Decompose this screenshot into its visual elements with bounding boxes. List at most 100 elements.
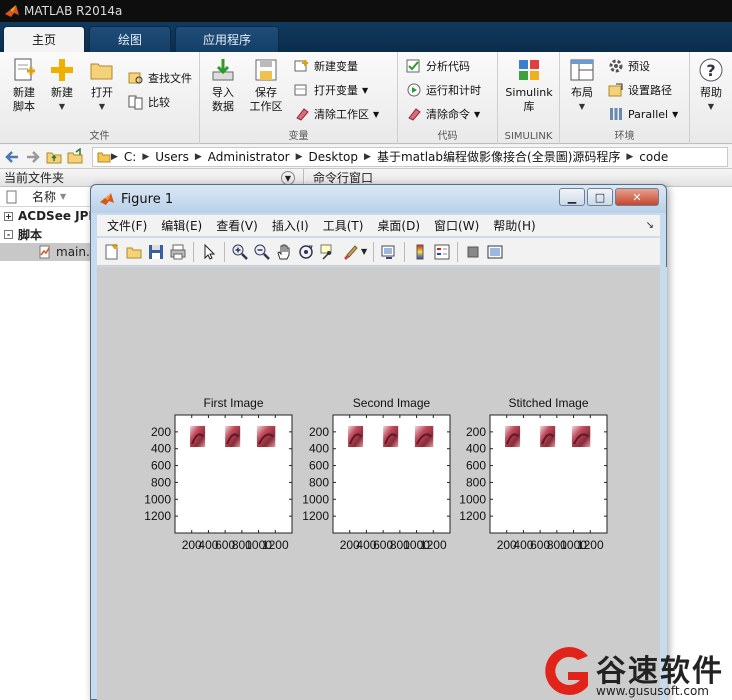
compare-button[interactable]: 比较: [128, 92, 170, 112]
breadcrumb-item[interactable]: Desktop: [309, 150, 359, 164]
open-variable-button[interactable]: 打开变量 ▼: [294, 80, 368, 100]
breadcrumb-item[interactable]: C:: [124, 150, 136, 164]
breadcrumb-item[interactable]: 基于matlab编程做影像接合(全景圖)源码程序: [377, 148, 620, 165]
figure-canvas[interactable]: First Image 200 400 600 800 1000 1200 200 400 600…: [97, 267, 660, 700]
toolbar-separator: [404, 241, 406, 262]
analyze-code-label: 分析代码: [426, 60, 470, 73]
layout-button[interactable]: 布局 ▼: [566, 56, 598, 114]
folder-icon: [97, 152, 111, 162]
parallel-button[interactable]: Parallel ▼: [608, 104, 678, 124]
save-workspace-button[interactable]: 保存 工作区: [244, 56, 288, 114]
tab-apps[interactable]: 应用程序: [175, 26, 279, 52]
breadcrumb[interactable]: ▶ C: ▶ Users ▶ Administrator ▶ Desktop ▶…: [92, 146, 728, 167]
forward-arrow-icon[interactable]: [24, 148, 42, 166]
breadcrumb-separator: ▶: [626, 151, 634, 162]
menu-file[interactable]: 文件(F): [107, 217, 147, 234]
clear-workspace-button[interactable]: 清除工作区 ▼: [294, 104, 379, 124]
group-label-file: 文件: [89, 131, 110, 142]
dock-arrow-icon[interactable]: ↘: [646, 220, 654, 231]
clear-commands-button[interactable]: 清除命令 ▼: [406, 104, 480, 124]
hide-plot-tools-icon[interactable]: [464, 243, 482, 261]
preferences-button[interactable]: 预设: [608, 56, 650, 76]
open-button[interactable]: 打开 ▼: [86, 56, 118, 114]
subplots-svg: First Image 200 400 600 800 1000 1200 200 400 600…: [144, 396, 608, 552]
run-and-time-button[interactable]: 运行和计时: [406, 80, 481, 100]
new-variable-label: 新建变量: [314, 60, 358, 73]
menu-tools[interactable]: 工具(T): [323, 217, 364, 234]
simulink-label-2: 库: [523, 100, 535, 113]
current-folder-title: 当前文件夹: [4, 171, 65, 185]
save-workspace-icon: [255, 59, 277, 81]
y-tick-label: 600: [309, 459, 329, 473]
breadcrumb-item[interactable]: Users: [155, 150, 189, 164]
show-plot-tools-icon[interactable]: [486, 243, 504, 261]
brush-icon[interactable]: [341, 243, 359, 261]
link-plot-icon[interactable]: [380, 243, 398, 261]
rotate-3d-icon[interactable]: [297, 243, 315, 261]
new-dropdown-icon: ▼: [58, 102, 66, 111]
list-item-label: ACDSee JPE: [18, 209, 97, 223]
matlab-titlebar: MATLAB R2014a: [0, 0, 732, 22]
open-dropdown-icon: ▼: [98, 102, 106, 111]
axes-title: First Image: [203, 396, 263, 410]
y-tick-label: 1000: [459, 492, 486, 506]
analyze-code-button[interactable]: 分析代码: [406, 56, 470, 76]
set-path-label: 设置路径: [628, 84, 672, 97]
help-dropdown-icon: ▼: [707, 102, 715, 111]
menu-insert[interactable]: 插入(I): [272, 217, 309, 234]
menu-view[interactable]: 查看(V): [216, 217, 258, 234]
collapse-icon[interactable]: -: [4, 229, 13, 239]
watermark: 谷速软件 www.gususoft.com: [532, 638, 732, 700]
open-file-icon[interactable]: [125, 243, 143, 261]
data-cursor-icon[interactable]: [319, 243, 337, 261]
back-arrow-icon[interactable]: [3, 148, 21, 166]
find-files-button[interactable]: 查找文件: [128, 68, 192, 88]
help-label: 帮助: [700, 86, 722, 99]
new-script-button[interactable]: 新建 脚本: [6, 56, 42, 114]
close-button[interactable]: ✕: [615, 188, 659, 206]
figure-menubar: 文件(F) 编辑(E) 查看(V) 插入(I) 工具(T) 桌面(D) 窗口(W…: [97, 215, 660, 237]
minimize-button[interactable]: ▁: [559, 188, 585, 206]
menu-window[interactable]: 窗口(W): [434, 217, 479, 234]
colorbar-icon[interactable]: [411, 243, 429, 261]
breadcrumb-item[interactable]: Administrator: [208, 150, 290, 164]
clear-commands-dropdown-icon: ▼: [474, 109, 481, 119]
browse-folder-icon[interactable]: [66, 147, 84, 166]
sort-dropdown-icon[interactable]: ▼: [60, 192, 66, 201]
parallel-icon: [610, 108, 622, 120]
maximize-button[interactable]: □: [587, 188, 613, 206]
zoom-out-icon[interactable]: [253, 243, 271, 261]
set-path-button[interactable]: 设置路径: [608, 80, 672, 100]
brush-dropdown-icon[interactable]: ▼: [361, 247, 367, 256]
new-button[interactable]: 新建 ▼: [46, 56, 78, 114]
print-icon[interactable]: [169, 243, 187, 261]
menu-help[interactable]: 帮助(H): [493, 217, 535, 234]
simulink-library-button[interactable]: Simulink 库: [502, 56, 556, 114]
ribbon-group-help: ? 帮助 ▼: [690, 52, 732, 144]
help-button[interactable]: ? 帮助 ▼: [694, 56, 728, 114]
find-files-label: 查找文件: [148, 72, 192, 85]
ribbon-tabs: 主页 绘图 应用程序: [0, 22, 732, 52]
menu-edit[interactable]: 编辑(E): [161, 217, 202, 234]
tab-plots[interactable]: 绘图: [89, 26, 171, 52]
pan-hand-icon[interactable]: [275, 243, 293, 261]
toolbar-separator: [373, 241, 375, 262]
new-label: 新建: [51, 86, 73, 99]
breadcrumb-item[interactable]: code: [639, 150, 668, 164]
import-data-button[interactable]: 导入 数据: [206, 56, 240, 114]
new-figure-icon[interactable]: [103, 243, 121, 261]
select-arrow-icon[interactable]: [200, 243, 218, 261]
up-folder-icon[interactable]: [45, 148, 63, 166]
zoom-in-icon[interactable]: [231, 243, 249, 261]
tab-home[interactable]: 主页: [3, 26, 85, 52]
new-variable-button[interactable]: 新建变量: [294, 56, 358, 76]
y-tick-label: 200: [151, 425, 171, 439]
figure-titlebar[interactable]: Figure 1 ▁ □ ✕: [91, 185, 666, 213]
save-icon[interactable]: [147, 243, 165, 261]
menu-desktop[interactable]: 桌面(D): [377, 217, 420, 234]
panel-menu-icon[interactable]: ▼: [281, 171, 295, 185]
legend-icon[interactable]: [433, 243, 451, 261]
expand-icon[interactable]: +: [4, 211, 13, 221]
axes-title: Stitched Image: [508, 396, 588, 410]
ribbon-group-simulink: Simulink 库 SIMULINK: [498, 52, 560, 144]
